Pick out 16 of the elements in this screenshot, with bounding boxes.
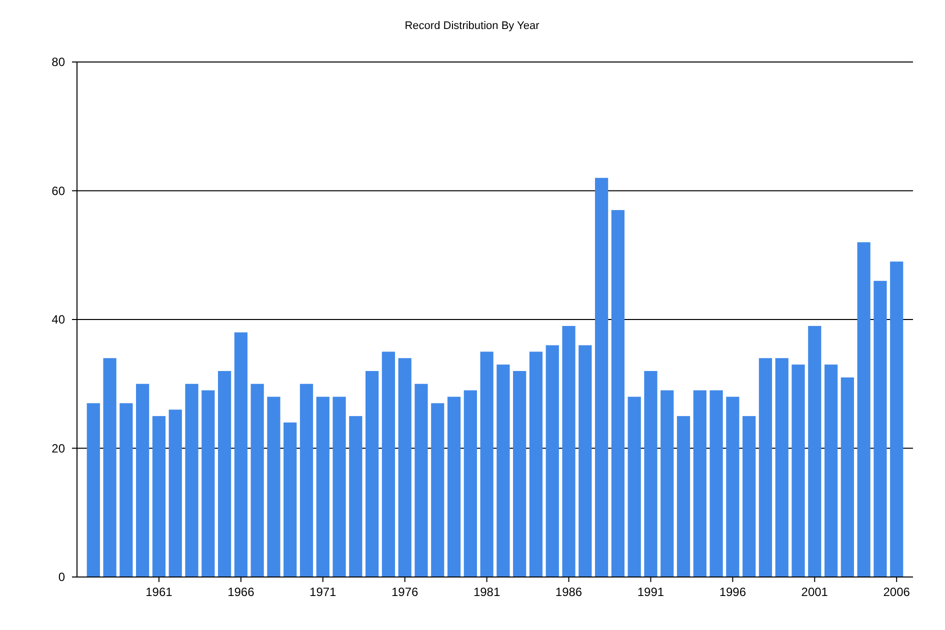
x-tick-label: 1996 <box>719 585 746 599</box>
y-tick-label: 80 <box>52 55 65 69</box>
x-tick-label: 1961 <box>146 585 172 599</box>
y-tick-label: 20 <box>52 441 65 456</box>
y-tick-label: 60 <box>52 184 65 198</box>
x-tick-label: 1991 <box>637 585 664 599</box>
x-tick-label: 1986 <box>555 585 582 599</box>
x-tick-label: 1966 <box>228 585 254 599</box>
x-tick-label: 1971 <box>310 585 336 599</box>
x-tick-label: 2006 <box>883 585 910 599</box>
chart-title: Record Distribution By Year <box>404 20 540 32</box>
y-tick-label: 40 <box>52 312 65 326</box>
x-tick-label: 2001 <box>801 585 828 599</box>
y-tick-label: 0 <box>58 570 65 584</box>
x-tick-label: 1981 <box>473 585 500 599</box>
x-tick-label: 1976 <box>392 585 418 599</box>
